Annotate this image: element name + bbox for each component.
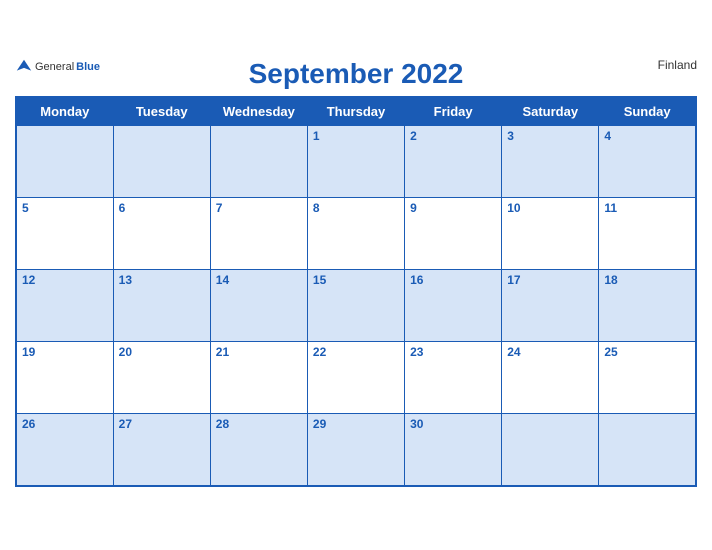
day-number: 23 (410, 345, 423, 359)
weekday-header-friday: Friday (405, 97, 502, 126)
day-number: 15 (313, 273, 326, 287)
week-row-3: 12 13 14 15 16 17 18 (16, 270, 696, 342)
day-number: 20 (119, 345, 132, 359)
calendar-cell: 1 (307, 126, 404, 198)
calendar-cell: 10 (502, 198, 599, 270)
calendar-thead: MondayTuesdayWednesdayThursdayFridaySatu… (16, 97, 696, 126)
calendar-cell: 27 (113, 414, 210, 486)
week-row-1: 1 2 3 4 (16, 126, 696, 198)
calendar-cell: 28 (210, 414, 307, 486)
day-number: 9 (410, 201, 417, 215)
day-number: 29 (313, 417, 326, 431)
calendar-cell: 8 (307, 198, 404, 270)
logo-blue-text: Blue (76, 61, 100, 73)
calendar-cell (599, 414, 696, 486)
calendar-cell: 26 (16, 414, 113, 486)
weekday-header-monday: Monday (16, 97, 113, 126)
day-number: 27 (119, 417, 132, 431)
day-number: 3 (507, 129, 514, 143)
day-number: 28 (216, 417, 229, 431)
logo-general-text: General (35, 61, 74, 73)
calendar-cell: 30 (405, 414, 502, 486)
day-number: 12 (22, 273, 35, 287)
calendar-cell (113, 126, 210, 198)
calendar-cell: 16 (405, 270, 502, 342)
day-number: 2 (410, 129, 417, 143)
day-number: 1 (313, 129, 320, 143)
calendar-cell: 19 (16, 342, 113, 414)
day-number: 17 (507, 273, 520, 287)
calendar-header: General Blue September 2022 Finland (15, 58, 697, 90)
weekday-header-thursday: Thursday (307, 97, 404, 126)
calendar-cell: 11 (599, 198, 696, 270)
day-number: 10 (507, 201, 520, 215)
weekday-header-row: MondayTuesdayWednesdayThursdayFridaySatu… (16, 97, 696, 126)
calendar-cell: 24 (502, 342, 599, 414)
day-number: 4 (604, 129, 611, 143)
calendar-cell: 20 (113, 342, 210, 414)
day-number: 11 (604, 201, 617, 215)
logo-area: General Blue (15, 58, 100, 76)
calendar-cell: 25 (599, 342, 696, 414)
calendar-cell: 29 (307, 414, 404, 486)
day-number: 19 (22, 345, 35, 359)
calendar-table: MondayTuesdayWednesdayThursdayFridaySatu… (15, 96, 697, 487)
calendar-cell: 2 (405, 126, 502, 198)
calendar-cell: 21 (210, 342, 307, 414)
day-number: 21 (216, 345, 229, 359)
day-number: 26 (22, 417, 35, 431)
calendar-cell: 23 (405, 342, 502, 414)
calendar-wrapper: General Blue September 2022 Finland Mond… (0, 48, 712, 502)
calendar-cell: 9 (405, 198, 502, 270)
week-row-5: 26 27 28 29 30 (16, 414, 696, 486)
calendar-cell (502, 414, 599, 486)
day-number: 25 (604, 345, 617, 359)
weekday-header-saturday: Saturday (502, 97, 599, 126)
calendar-cell: 17 (502, 270, 599, 342)
day-number: 5 (22, 201, 29, 215)
calendar-cell: 22 (307, 342, 404, 414)
month-title: September 2022 (249, 58, 464, 90)
country-label: Finland (658, 58, 697, 72)
calendar-body: 1234567891011121314151617181920212223242… (16, 126, 696, 486)
calendar-cell: 3 (502, 126, 599, 198)
calendar-cell: 4 (599, 126, 696, 198)
weekday-header-tuesday: Tuesday (113, 97, 210, 126)
day-number: 22 (313, 345, 326, 359)
weekday-header-sunday: Sunday (599, 97, 696, 126)
logo-text: General Blue (15, 58, 100, 76)
calendar-cell: 18 (599, 270, 696, 342)
calendar-cell (16, 126, 113, 198)
calendar-cell: 13 (113, 270, 210, 342)
day-number: 30 (410, 417, 423, 431)
calendar-cell: 7 (210, 198, 307, 270)
logo-bird-icon (15, 58, 33, 76)
day-number: 16 (410, 273, 423, 287)
day-number: 14 (216, 273, 229, 287)
weekday-header-wednesday: Wednesday (210, 97, 307, 126)
calendar-cell (210, 126, 307, 198)
week-row-2: 5 6 7 8 9 10 11 (16, 198, 696, 270)
day-number: 7 (216, 201, 223, 215)
day-number: 18 (604, 273, 617, 287)
week-row-4: 19 20 21 22 23 24 25 (16, 342, 696, 414)
calendar-cell: 5 (16, 198, 113, 270)
day-number: 24 (507, 345, 520, 359)
calendar-cell: 12 (16, 270, 113, 342)
day-number: 8 (313, 201, 320, 215)
day-number: 13 (119, 273, 132, 287)
calendar-cell: 15 (307, 270, 404, 342)
calendar-cell: 14 (210, 270, 307, 342)
calendar-cell: 6 (113, 198, 210, 270)
day-number: 6 (119, 201, 126, 215)
